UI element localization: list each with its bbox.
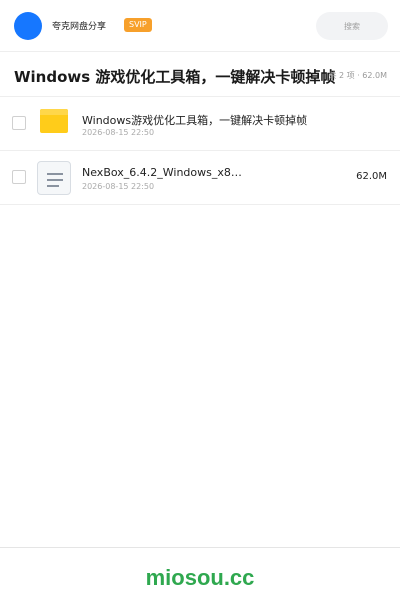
svip-badge: SVIP [124, 18, 152, 32]
page-title: Windows 游戏优化工具箱，一键解决卡顿掉帧 [14, 68, 336, 86]
folder-icon [40, 109, 68, 133]
top-bar: 夸克网盘分享 SVIP [0, 0, 400, 52]
file-name[interactable]: NexBox_6.4.2_Windows_x86_… [82, 166, 244, 179]
list-item[interactable]: Windows游戏优化工具箱，一键解决卡顿掉帧 2026-08-15 22:50 [0, 97, 400, 151]
file-name[interactable]: Windows游戏优化工具箱，一键解决卡顿掉帧 [82, 112, 307, 128]
file-size: 62.0M [356, 171, 387, 182]
site-brand[interactable]: miosou.cc [0, 565, 400, 591]
file-date: 2026-08-15 22:50 [82, 182, 155, 191]
document-icon [37, 161, 71, 195]
username: 夸克网盘分享 [52, 22, 107, 32]
footer: miosou.cc [0, 547, 400, 600]
row-checkbox[interactable] [12, 170, 26, 184]
avatar[interactable] [14, 12, 42, 40]
file-date: 2026-08-15 22:50 [82, 128, 155, 137]
title-bar: Windows 游戏优化工具箱，一键解决卡顿掉帧 共 2 项 · 62.0M [0, 52, 400, 97]
item-summary: 共 2 项 · 62.0M [328, 71, 387, 80]
search-input[interactable] [316, 12, 388, 40]
list-item[interactable]: NexBox_6.4.2_Windows_x86_… 2026-08-15 22… [0, 151, 400, 205]
row-checkbox[interactable] [12, 116, 26, 130]
